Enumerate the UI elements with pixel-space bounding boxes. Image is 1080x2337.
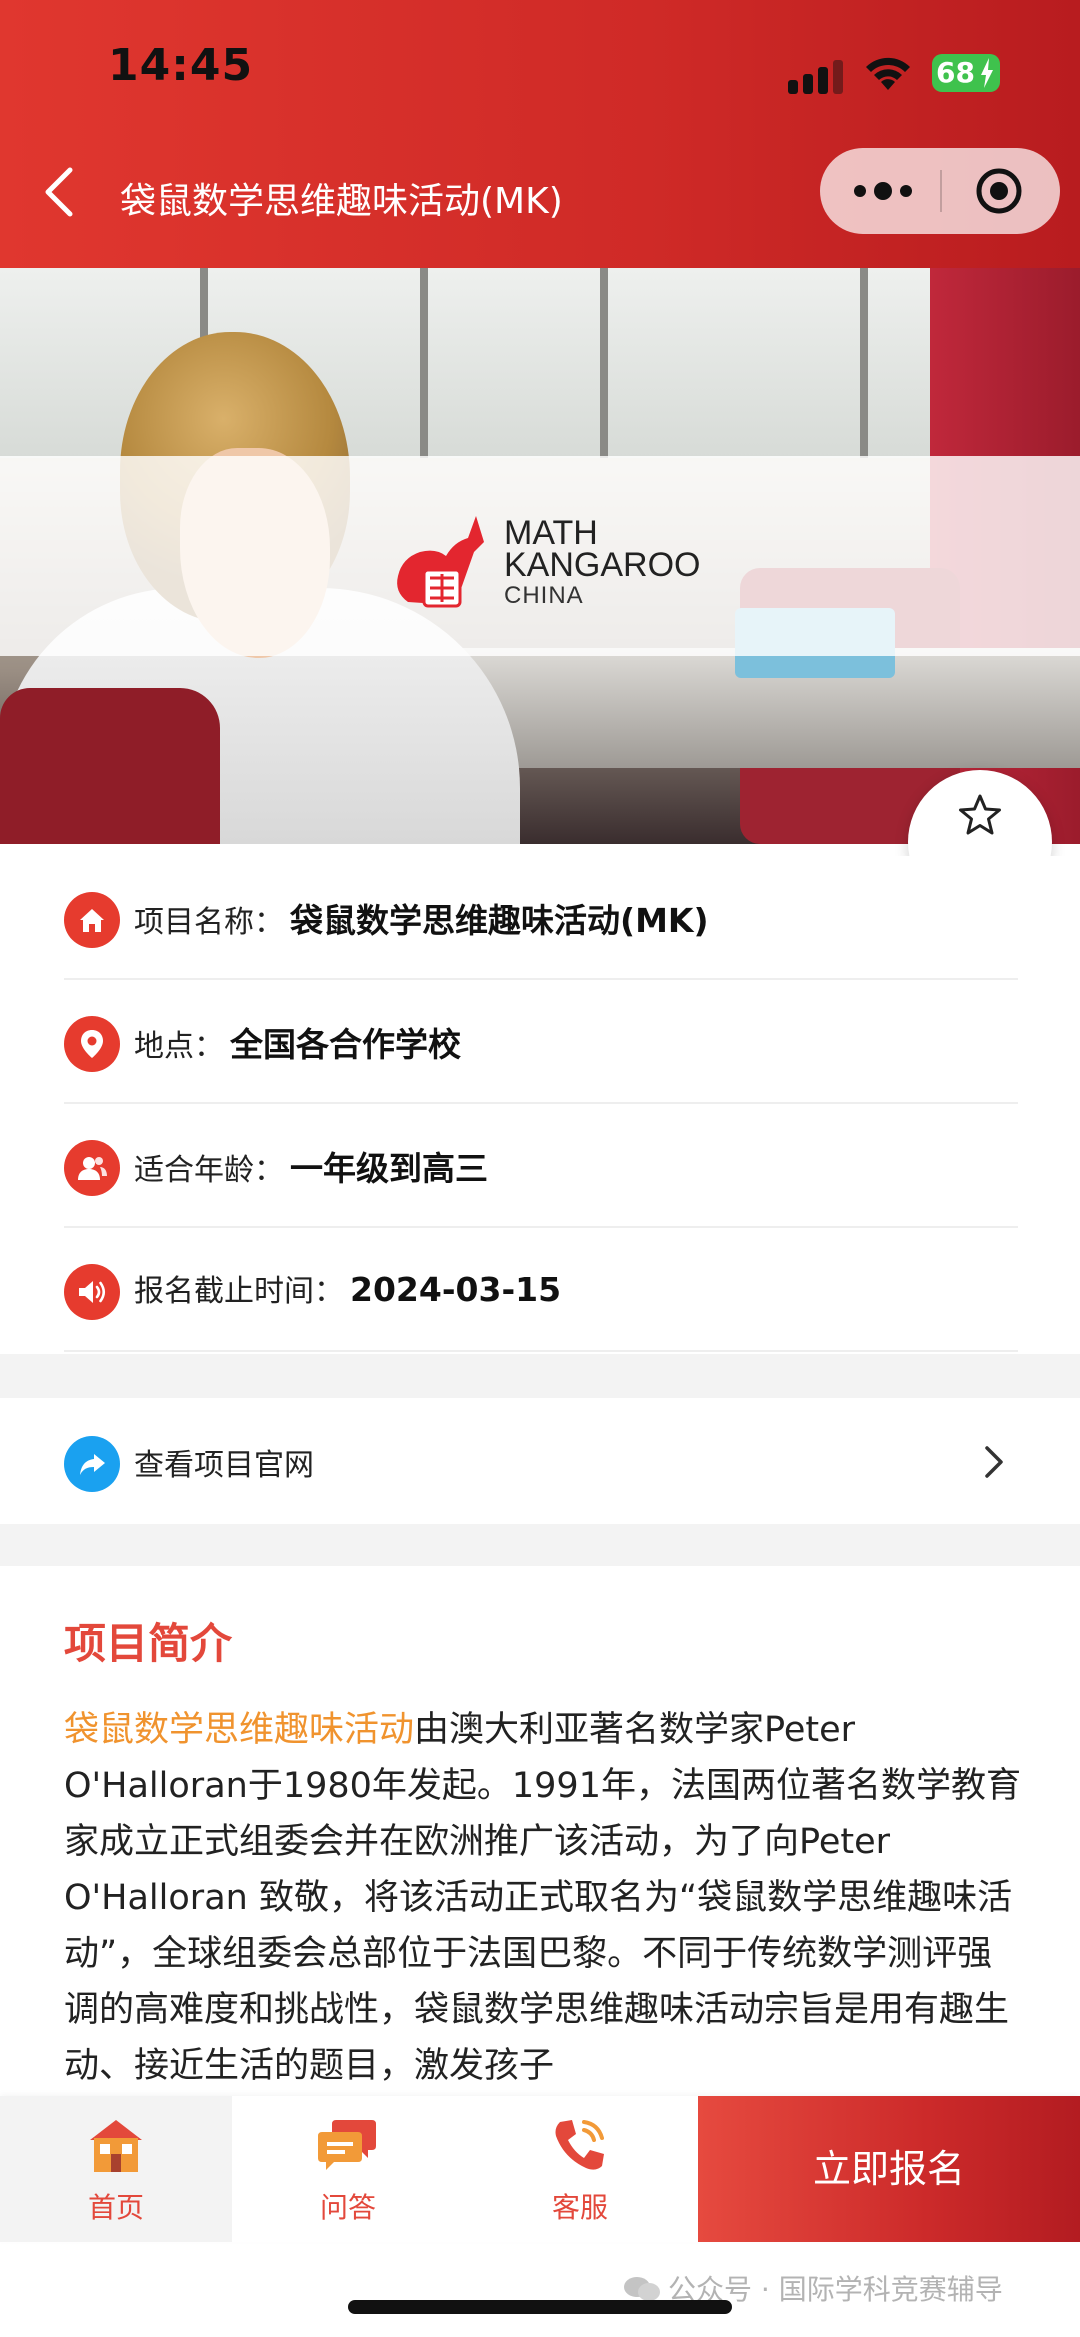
info-label: 项目名称： (134, 905, 284, 940)
phone-icon (555, 2120, 604, 2170)
chat-bubbles-icon (318, 2120, 376, 2170)
bottom-tab-bar: 首页 问答 客服 立即报名 (0, 2096, 1080, 2242)
people-icon (64, 1140, 120, 1196)
tab-customer-service-label: 客服 (551, 2191, 608, 2224)
house-icon (90, 2120, 142, 2172)
signal-icon (788, 58, 844, 94)
battery-level: 68 (936, 56, 975, 89)
intro-text: 由澳大利亚著名数学家Peter O'Halloran于1980年发起。1991年… (64, 1710, 1021, 2086)
official-site-link[interactable]: 查看项目官网 (0, 1398, 1080, 1524)
tab-qa[interactable]: 问答 (232, 2096, 464, 2242)
wechat-icon (624, 2277, 660, 2301)
info-row-project-name: 项目名称： 袋鼠数学思维趣味活动(MK) (64, 856, 1018, 980)
battery-icon: 68 (932, 54, 1000, 92)
info-label: 适合年龄： (134, 1153, 284, 1188)
signup-button[interactable]: 立即报名 (698, 2096, 1080, 2242)
hero-banner-image: MATH KANGAROO CHINA (0, 268, 1080, 844)
wifi-icon (866, 57, 910, 90)
official-site-label: 查看项目官网 (134, 1448, 314, 1483)
chevron-right-icon (985, 1446, 1003, 1478)
info-value: 全国各合作学校 (230, 1025, 461, 1064)
mini-program-capsule (820, 148, 1060, 234)
tab-home[interactable]: 首页 (0, 2096, 232, 2242)
tab-customer-service[interactable]: 客服 (464, 2096, 696, 2242)
info-row-age: 适合年龄： 一年级到高三 (64, 1104, 1018, 1228)
info-label: 报名截止时间： (134, 1274, 344, 1309)
logo-text-kangaroo: KANGAROO (504, 546, 701, 584)
page-title: 袋鼠数学思维趣味活动(MK) (120, 181, 563, 222)
intro-body: 袋鼠数学思维趣味活动由澳大利亚著名数学家Peter O'Halloran于198… (64, 1702, 1026, 2094)
info-label: 地点： (134, 1029, 224, 1064)
star-icon (959, 794, 1001, 835)
location-pin-icon (64, 1016, 120, 1072)
tab-home-label: 首页 (87, 2191, 144, 2224)
back-icon[interactable] (36, 162, 86, 222)
home-indicator (348, 2300, 732, 2314)
intro-heading: 项目简介 (64, 1619, 233, 1668)
project-intro-section: 项目简介 袋鼠数学思维趣味活动由澳大利亚著名数学家Peter O'Hallora… (0, 1566, 1080, 2096)
divider (0, 1524, 1080, 1566)
home-icon (64, 892, 120, 948)
close-target-icon[interactable] (974, 166, 1024, 216)
speaker-icon (64, 1264, 120, 1320)
divider (0, 1354, 1080, 1398)
more-icon[interactable] (852, 176, 914, 206)
math-kangaroo-logo: MATH KANGAROO CHINA (384, 506, 714, 616)
top-bar: 14:45 68 袋鼠数学思维趣味活动(MK) (0, 0, 1080, 268)
logo-text-china: CHINA (504, 582, 584, 609)
kangaroo-icon (397, 516, 484, 608)
tab-qa-label: 问答 (319, 2191, 376, 2224)
info-value: 一年级到高三 (290, 1149, 488, 1188)
info-value: 袋鼠数学思维趣味活动(MK) (290, 901, 709, 940)
info-value: 2024-03-15 (350, 1270, 562, 1309)
info-row-location: 地点： 全国各合作学校 (64, 980, 1018, 1104)
intro-highlight: 袋鼠数学思维趣味活动 (64, 1710, 415, 1750)
share-arrow-icon (64, 1436, 120, 1492)
status-time: 14:45 (108, 40, 254, 91)
project-info-list: 项目名称： 袋鼠数学思维趣味活动(MK) 地点： 全国各合作学校 适合年龄： 一年级到… (0, 856, 1080, 1354)
info-row-deadline: 报名截止时间： 2024-03-15 (64, 1228, 1018, 1352)
